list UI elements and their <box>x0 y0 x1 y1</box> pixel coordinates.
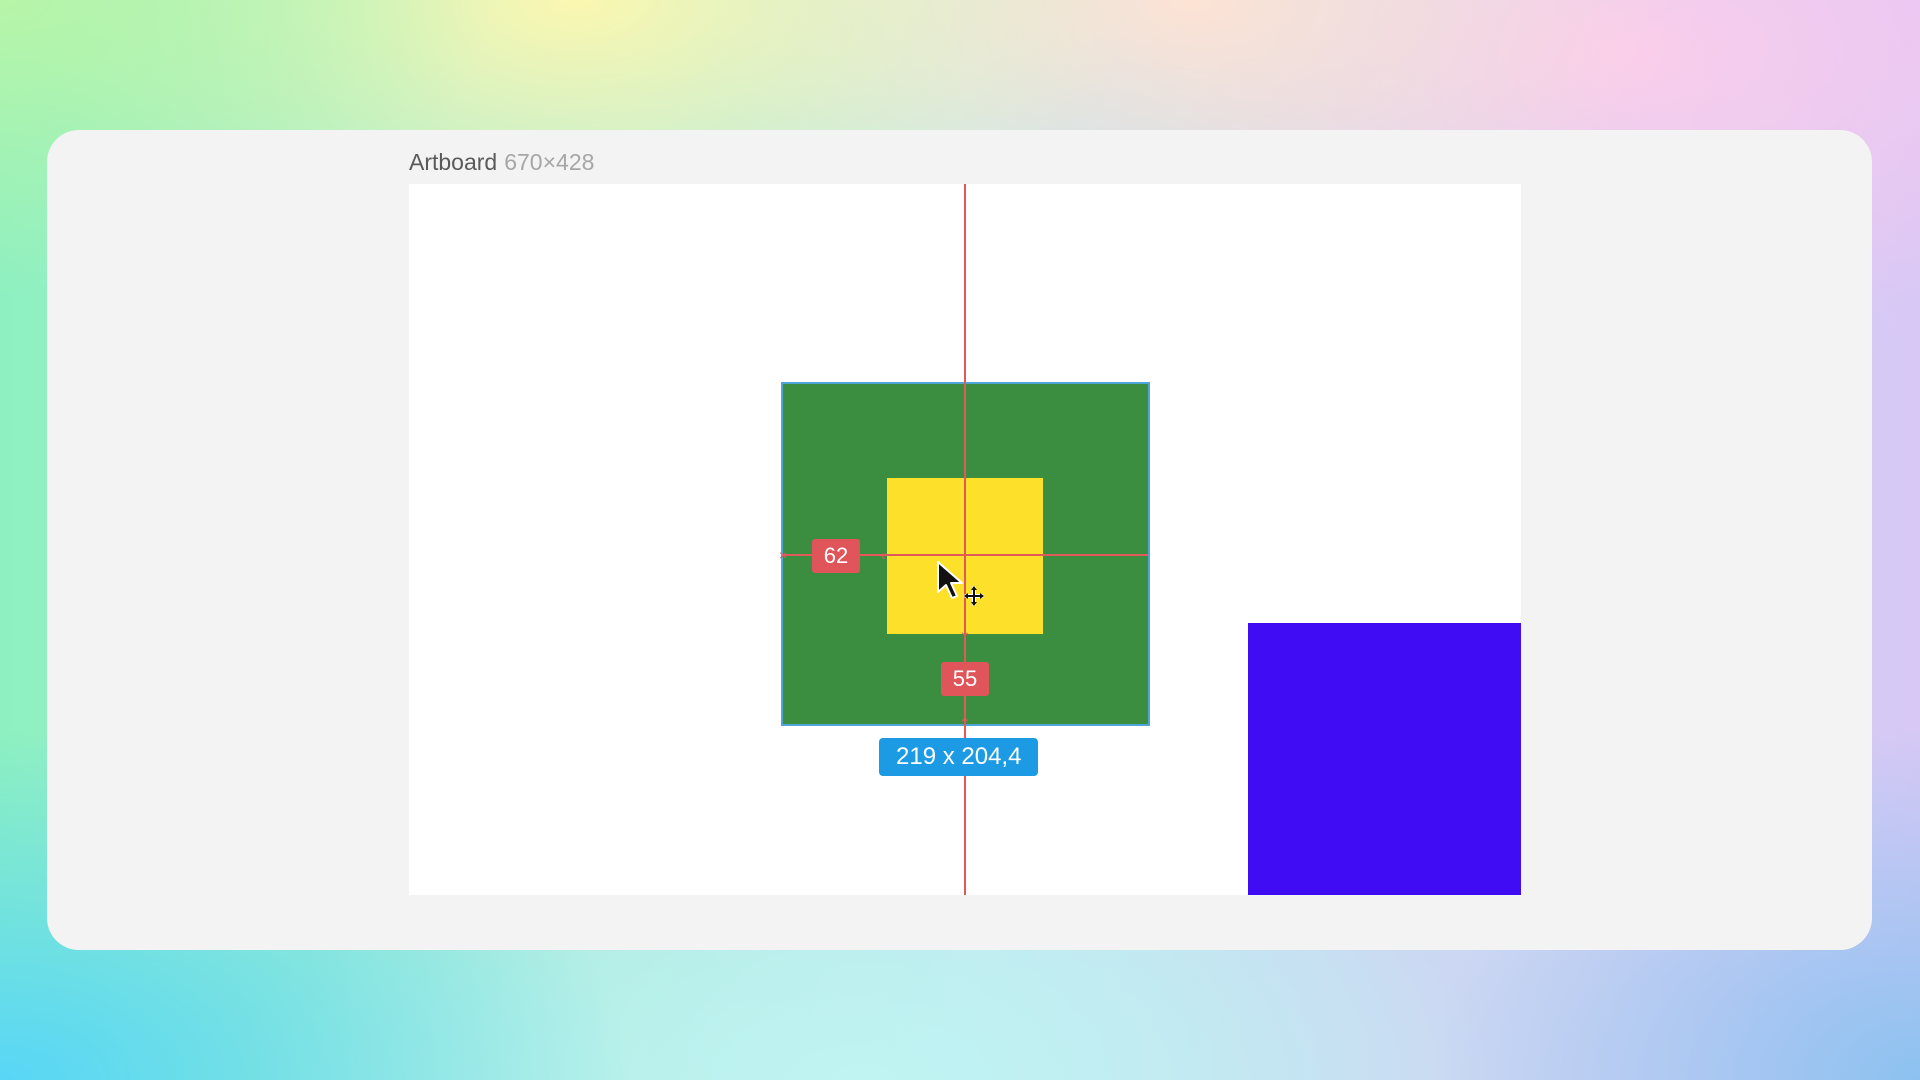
left-gap-arrow-icon: ‹ <box>881 547 886 563</box>
artboard[interactable]: × ‹ ⌄ ⌃ 62 55 219 x 204,4 <box>409 184 1521 895</box>
selection-size-badge: 219 x 204,4 <box>879 738 1039 776</box>
blue-rectangle[interactable] <box>1248 623 1521 895</box>
bottom-gap-arrow-icon: ⌄ <box>959 623 971 639</box>
artboard-dimensions: 670×428 <box>504 149 595 175</box>
artboard-title[interactable]: Artboard 670×428 <box>409 148 594 176</box>
left-gap-measurement: 62 <box>812 539 860 573</box>
left-edge-marker-icon: × <box>779 547 788 563</box>
vertical-center-guide <box>964 184 966 895</box>
bottom-edge-arrow-icon: ⌃ <box>959 715 971 731</box>
bottom-gap-measurement: 55 <box>941 662 989 696</box>
artboard-name: Artboard <box>409 149 498 175</box>
move-cursor-icon <box>936 560 986 615</box>
